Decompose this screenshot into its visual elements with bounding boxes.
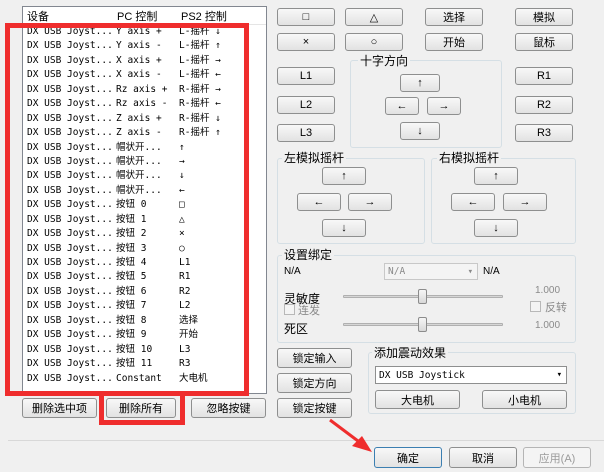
annotation-arrow-shaft: [329, 418, 363, 446]
annotation-arrow: [329, 418, 372, 452]
